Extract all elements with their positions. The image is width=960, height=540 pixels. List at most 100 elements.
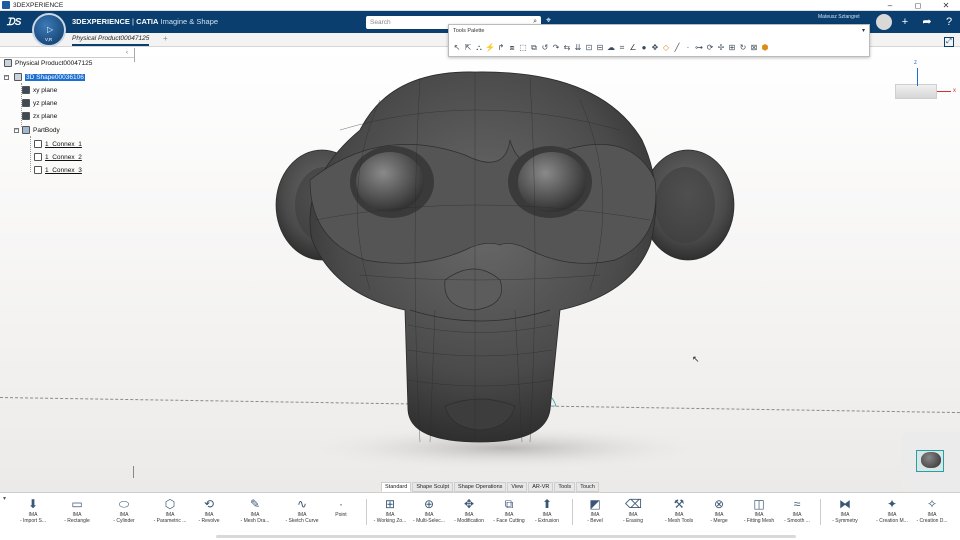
maximize-button[interactable]: ◻ — [904, 0, 932, 11]
attractor-icon[interactable]: ⛬ — [474, 43, 484, 53]
tree-root-node[interactable]: Physical Product00047125 — [4, 59, 92, 67]
diamond-icon[interactable]: ◇ — [661, 43, 671, 53]
point-icon[interactable]: · — [683, 43, 693, 53]
curve-icon[interactable]: ↺ — [540, 43, 550, 53]
action-bar-scrollbar[interactable] — [216, 535, 796, 538]
expand-partbody-toggle[interactable]: − — [14, 128, 19, 133]
collapse-tree-icon[interactable]: ‹ — [126, 50, 128, 56]
move-icon[interactable]: ✢ — [716, 43, 726, 53]
palette-close-icon[interactable]: ▾ — [862, 27, 865, 34]
action-tool-creation-d[interactable]: ✧ IMA - Creation D... — [913, 496, 951, 532]
align-icon[interactable]: ⇊ — [573, 43, 583, 53]
tree-node-3d-shape[interactable]: 3D Shape00036106 — [14, 73, 85, 81]
add-icon[interactable]: + — [898, 14, 912, 30]
view-navigator[interactable] — [902, 432, 960, 490]
action-tool-rectangle[interactable]: ▭ IMA - Rectangle — [58, 496, 96, 532]
action-tool-working-zo[interactable]: ⊞ IMA - Working Zo... — [371, 496, 409, 532]
section-tab-ar-vr[interactable]: AR-VR — [528, 482, 554, 492]
brand-label: 3DEXPERIENCE | CATIA Imagine & Shape — [72, 17, 218, 26]
action-tool-fitting-mesh[interactable]: ◫ IMA - Fitting Mesh — [740, 496, 778, 532]
tool-label-line2: - Face Cutting — [493, 518, 525, 524]
section-tab-shape-sculpt[interactable]: Shape Sculpt — [412, 482, 454, 492]
section-tab-shape-operations[interactable]: Shape Operations — [454, 482, 507, 492]
tree-splitter[interactable] — [134, 48, 135, 62]
lock-icon[interactable]: ⊠ — [749, 43, 759, 53]
action-tool-erasing[interactable]: ⌫ IMA - Erasing — [614, 496, 652, 532]
action-tool-multi-selec[interactable]: ⊕ IMA - Multi-Selec... — [410, 496, 448, 532]
action-tool-bevel[interactable]: ◩ IMA - Bevel — [576, 496, 614, 532]
fullscreen-icon[interactable]: ⤢ — [944, 37, 954, 47]
expand-shape-toggle[interactable]: − — [4, 75, 9, 80]
view-ball-icon — [921, 452, 941, 468]
tree-node-connex-2[interactable]: 1_Connex_2 — [34, 153, 82, 161]
refresh-icon[interactable]: ↻ — [738, 43, 748, 53]
tree-node-zx-plane[interactable]: zx plane — [22, 112, 57, 120]
snap-icon[interactable]: ⚡ — [485, 43, 495, 53]
box-icon[interactable]: ⧈ — [507, 43, 517, 53]
section-tab-view[interactable]: View — [507, 482, 528, 492]
compass-widget[interactable]: ▷ V,R — [32, 13, 66, 47]
monkey-head-model[interactable] — [270, 70, 740, 470]
plane-icon — [22, 86, 30, 94]
action-tool-import-s[interactable]: ⬇ IMA - Import S... — [14, 496, 52, 532]
tools-palette[interactable]: Tools Palette ▾ ↖ ⇱ ⛬ ⚡ ↱ ⧈ ⬚ ⧉ ↺ ↷ ⇆ ⇊ … — [448, 24, 870, 57]
action-tool-revolve[interactable]: ⟲ IMA - Revolve — [190, 496, 228, 532]
tab-physical-product[interactable]: Physical Product00047125 — [72, 35, 150, 46]
mirror-icon[interactable]: ⇆ — [562, 43, 572, 53]
action-tool-mesh-dra[interactable]: ✎ IMA - Mesh Dra... — [236, 496, 274, 532]
user-name: Mateusz Sztangret — [818, 14, 860, 20]
tree-node-partbody[interactable]: PartBody — [22, 126, 60, 134]
tree-node-yz-plane[interactable]: yz plane — [22, 99, 57, 107]
action-tool-symmetry[interactable]: ⧓ IMA - Symmetry — [826, 496, 864, 532]
avatar[interactable] — [876, 14, 892, 30]
tree-node-connex-1[interactable]: 1_Connex_1 — [34, 140, 82, 148]
tool-icon: ⧉ — [504, 497, 514, 511]
action-bar-left-icon[interactable]: ▾ — [3, 495, 6, 502]
action-tool-cylinder[interactable]: ⬭ IMA - Cylinder — [105, 496, 143, 532]
bend-icon[interactable]: ↱ — [496, 43, 506, 53]
ds-logo-icon[interactable]: ᗪS — [0, 11, 28, 33]
multi-select-icon[interactable]: ⇱ — [463, 43, 473, 53]
add-tab-button[interactable]: + — [163, 34, 168, 43]
frame-icon[interactable]: ⊡ — [584, 43, 594, 53]
redo-icon[interactable]: ↷ — [551, 43, 561, 53]
link-icon[interactable]: ⊶ — [694, 43, 704, 53]
grid-icon[interactable]: ⊞ — [727, 43, 737, 53]
action-tool-merge[interactable]: ⊗ IMA - Merge — [700, 496, 738, 532]
shape-orange-icon[interactable]: ⬢ — [760, 43, 770, 53]
minimize-button[interactable]: – — [876, 0, 904, 11]
tree-node-connex-3[interactable]: 1_Connex_3 — [34, 166, 82, 174]
cube-icon[interactable]: ⬚ — [518, 43, 528, 53]
action-tool-parametric[interactable]: ⬡ IMA - Parametric ... — [151, 496, 189, 532]
tool-label-line2: - Creation D... — [916, 518, 948, 524]
action-tool-modification[interactable]: ✥ IMA - Modification — [450, 496, 488, 532]
measure-icon[interactable]: ⌗ — [617, 43, 627, 53]
line-icon[interactable]: ╱ — [672, 43, 682, 53]
cube-alt-icon[interactable]: ⧉ — [529, 43, 539, 53]
share-icon[interactable]: ➦ — [920, 14, 934, 30]
action-tool-point[interactable]: · Point — [322, 496, 360, 532]
orientation-triad[interactable] — [895, 84, 937, 99]
play-icon[interactable]: ▷ — [47, 25, 53, 34]
action-tool-extrusion[interactable]: ⬆ IMA - Extrusion — [528, 496, 566, 532]
angle-icon[interactable]: ∠ — [628, 43, 638, 53]
sphere-icon[interactable]: ● — [639, 43, 649, 53]
cloud-icon[interactable]: ☁ — [606, 43, 616, 53]
section-tab-standard[interactable]: Standard — [381, 482, 412, 492]
tree-body-label: PartBody — [33, 126, 60, 134]
section-tab-touch[interactable]: Touch — [576, 482, 599, 492]
section-tab-tools[interactable]: Tools — [554, 482, 576, 492]
tree-node-xy-plane[interactable]: xy plane — [22, 86, 57, 94]
table-icon[interactable]: ⊟ — [595, 43, 605, 53]
tool-label-line2: - Sketch Curve — [285, 518, 319, 524]
action-tool-mesh-tools[interactable]: ⚒ IMA - Mesh Tools — [660, 496, 698, 532]
transform-icon[interactable]: ✥ — [650, 43, 660, 53]
select-arrow-icon[interactable]: ↖ — [452, 43, 462, 53]
rotate-icon[interactable]: ⟳ — [705, 43, 715, 53]
close-window-button[interactable]: ✕ — [932, 0, 960, 11]
help-icon[interactable]: ? — [942, 14, 956, 30]
action-tool-creation-m[interactable]: ✦ IMA - Creation M... — [873, 496, 911, 532]
action-tool-sketch-curve[interactable]: ∿ IMA - Sketch Curve — [283, 496, 321, 532]
action-tool-face-cutting[interactable]: ⧉ IMA - Face Cutting — [490, 496, 528, 532]
action-tool-smooth[interactable]: ≈ IMA - Smooth ... — [778, 496, 816, 532]
